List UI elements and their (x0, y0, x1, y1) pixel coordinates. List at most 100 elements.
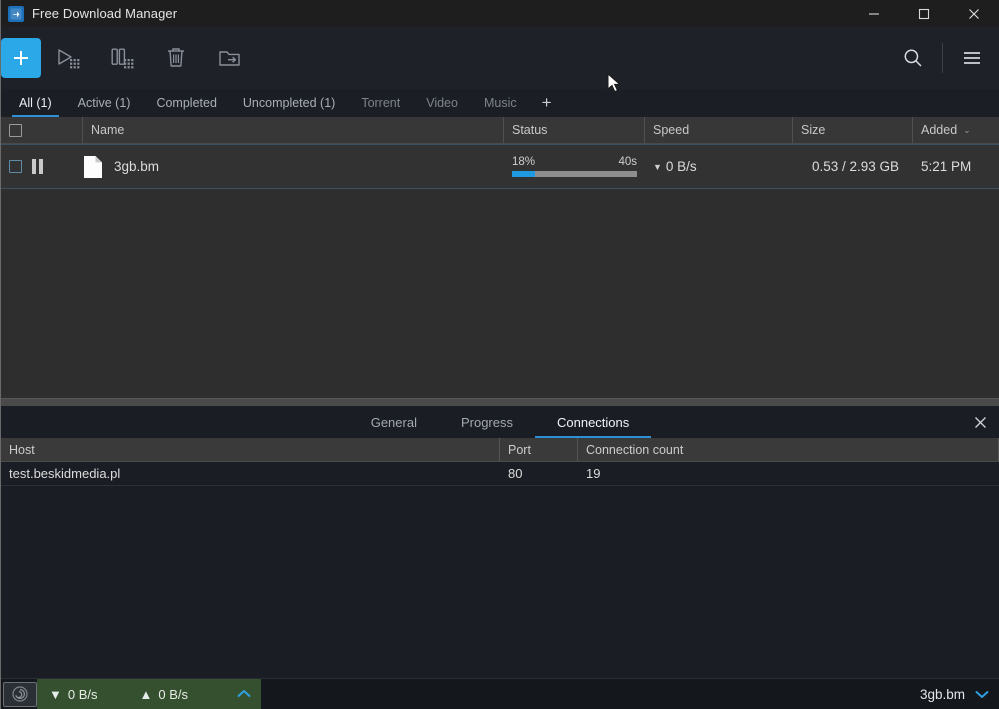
column-header-status-label: Status (512, 123, 548, 137)
resume-all-button[interactable] (41, 37, 95, 79)
column-header-speed-label: Speed (653, 123, 690, 137)
connections-empty-area (1, 486, 999, 678)
column-header-speed[interactable]: Speed (645, 117, 793, 143)
global-download-speed-value: 0 B/s (67, 686, 98, 702)
connection-host: test.beskidmedia.pl (9, 466, 121, 481)
global-upload-speed: ▲ 0 B/s (140, 687, 189, 702)
delete-button[interactable] (149, 37, 203, 79)
global-upload-speed-value: 0 B/s (158, 686, 188, 702)
progress-labels: 18% 40s (512, 156, 637, 168)
column-header-name-label: Name (91, 123, 125, 137)
filter-tab-music[interactable]: Music (471, 89, 530, 117)
maximize-button[interactable] (899, 0, 949, 27)
panel-splitter[interactable] (1, 398, 999, 406)
filter-tab-video[interactable]: Video (413, 89, 471, 117)
chevron-down-icon[interactable] (975, 688, 989, 702)
search-icon[interactable] (886, 37, 940, 79)
download-list: Name Status Speed Size Added ⌄ 3gb.bm 18… (1, 117, 999, 398)
tab-general[interactable]: General (349, 406, 439, 438)
row-checkbox[interactable] (9, 160, 22, 173)
download-arrow-icon: ▼ (653, 161, 662, 172)
download-arrow-icon: ▼ (49, 686, 62, 702)
column-header-host-label: Host (9, 442, 35, 457)
chevron-up-icon[interactable] (237, 687, 251, 701)
row-status-cell: 18% 40s (504, 145, 645, 188)
row-select-cell[interactable] (1, 145, 83, 188)
column-header-name[interactable]: Name (83, 117, 504, 143)
add-download-button[interactable] (1, 38, 41, 78)
row-size: 0.53 / 2.93 GB (811, 159, 899, 174)
filter-tab-torrent[interactable]: Torrent (348, 89, 413, 117)
move-to-folder-button[interactable] (203, 37, 257, 79)
toolbar-divider (942, 43, 943, 73)
add-filter-tab-label: + (541, 93, 552, 112)
tab-progress[interactable]: Progress (439, 406, 535, 438)
filter-tab-active[interactable]: Active (1) (65, 89, 144, 117)
row-added: 5:21 PM (921, 159, 972, 174)
add-filter-tab-button[interactable]: + (530, 89, 564, 117)
global-download-speed: ▼ 0 B/s (49, 687, 98, 702)
pause-icon[interactable] (32, 159, 43, 174)
filter-tab-video-label: Video (426, 96, 458, 110)
filter-tab-all[interactable]: All (1) (6, 89, 65, 117)
column-header-added-label: Added (921, 123, 958, 137)
file-icon (83, 155, 103, 179)
table-row[interactable]: 3gb.bm 18% 40s ▼ 0 B/s 0.53 / 2.93 GB 5:… (1, 144, 999, 189)
filter-tab-music-label: Music (483, 96, 517, 110)
filter-tab-all-label: All (1) (19, 96, 52, 110)
spiral-status-icon[interactable] (3, 681, 37, 707)
title-bar: Free Download Manager (1, 0, 999, 27)
toolbar-right-group (886, 27, 999, 89)
select-all-checkbox[interactable] (9, 123, 22, 137)
close-button[interactable] (949, 0, 999, 27)
column-header-size[interactable]: Size (793, 117, 913, 143)
main-toolbar (1, 27, 999, 89)
hamburger-menu-icon[interactable] (945, 37, 999, 79)
progress-percent: 18% (512, 156, 536, 168)
filter-tabs: All (1) Active (1) Completed Uncompleted… (1, 89, 999, 117)
status-bar-current-file[interactable]: 3gb.bm (920, 679, 989, 709)
pause-all-button[interactable] (95, 37, 149, 79)
column-header-connection-count[interactable]: Connection count (578, 438, 999, 461)
progress-track (512, 171, 637, 177)
row-filename: 3gb.bm (114, 159, 160, 174)
tab-progress-label: Progress (460, 414, 513, 430)
download-list-header: Name Status Speed Size Added ⌄ (1, 117, 999, 144)
current-file-label: 3gb.bm (919, 687, 965, 702)
filter-tab-active-label: Active (1) (77, 96, 131, 110)
filter-tab-uncompleted[interactable]: Uncompleted (1) (230, 89, 348, 117)
column-header-status[interactable]: Status (504, 117, 645, 143)
upload-arrow-icon: ▲ (139, 686, 153, 702)
column-header-port-label: Port (508, 442, 531, 457)
progress-eta: 40s (618, 156, 637, 168)
window-controls (849, 0, 999, 27)
progress-fill (512, 171, 535, 177)
connection-port: 80 (508, 466, 523, 481)
filter-tab-torrent-label: Torrent (361, 96, 401, 110)
column-header-added[interactable]: Added ⌄ (913, 117, 999, 143)
tab-general-label: General (370, 414, 417, 430)
sort-chevron-down-icon: ⌄ (963, 124, 971, 135)
close-detail-panel-button[interactable] (961, 406, 999, 438)
filter-tab-completed[interactable]: Completed (143, 89, 229, 117)
column-header-size-label: Size (801, 123, 826, 137)
row-speed-cell: ▼ 0 B/s (645, 145, 793, 188)
tab-connections[interactable]: Connections (535, 406, 652, 438)
status-bar: ▼ 0 B/s ▲ 0 B/s 3gb.bm (1, 678, 999, 709)
table-row[interactable]: test.beskidmedia.pl 80 19 (1, 462, 999, 486)
download-arrow-icon (8, 5, 24, 22)
row-name-cell: 3gb.bm (83, 145, 504, 188)
progress-bar: 18% 40s (512, 156, 637, 177)
connections-table-header: Host Port Connection count (1, 438, 999, 462)
fdm-window: Free Download Manager All (1) Active (1)… (0, 0, 999, 709)
download-list-empty-area (1, 189, 999, 398)
select-all-header[interactable] (1, 117, 83, 143)
global-speed-panel[interactable]: ▼ 0 B/s ▲ 0 B/s (37, 678, 261, 709)
filter-tab-completed-label: Completed (156, 96, 217, 110)
row-speed: 0 B/s (665, 159, 697, 174)
minimize-button[interactable] (849, 0, 899, 27)
window-title: Free Download Manager (32, 6, 178, 21)
filter-tab-uncompleted-label: Uncompleted (1) (242, 96, 336, 110)
column-header-port[interactable]: Port (500, 438, 578, 461)
column-header-host[interactable]: Host (1, 438, 500, 461)
